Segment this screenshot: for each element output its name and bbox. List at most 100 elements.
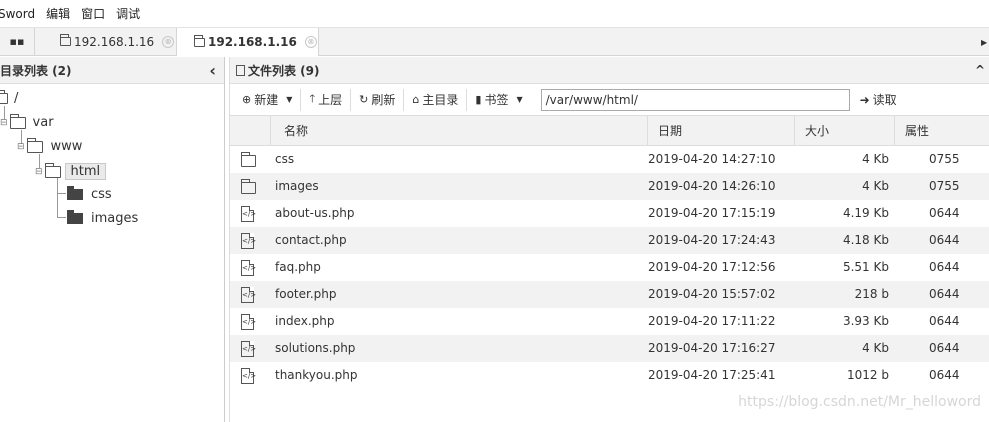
file-date: 2019-04-20 17:16:27 [648,341,776,355]
file-perm: 0644 [929,314,960,328]
tree-node-root[interactable]: / [0,90,19,106]
file-perm: 0755 [929,152,960,166]
file-size: 5.51 Kb [842,260,889,274]
file-name: contact.php [275,233,347,247]
table-row[interactable]: images 2019-04-20 14:26:10 4 Kb 0755 [230,173,989,200]
file-panel: 文件列表 (9) ^ ⊕ 新建 ▼ 🡑 上层 ↻ 刷新 ⌂ 主目录 ▮ 书签 ▼… [230,57,989,422]
directory-panel-header: 目录列表 (2) ‹ [0,57,224,84]
tree-node-label: www [50,139,83,154]
folder-icon [241,151,256,167]
new-button[interactable]: ⊕ 新建 ▼ [240,88,302,111]
folder-icon [44,162,61,178]
table-row[interactable]: </> faq.php 2019-04-20 17:12:56 5.51 Kb 0644 [230,254,989,281]
table-row[interactable]: </> footer.php 2019-04-20 15:57:02 218 b 064… [230,281,989,308]
tree-node-images[interactable]: images [67,210,138,226]
tree-node-html[interactable]: ⊟ html [35,162,107,180]
tree-node-www[interactable]: ⊟ www [17,137,83,154]
read-button[interactable]: ➜ 读取 [860,91,897,108]
arrow-up-icon: 🡑 [309,92,316,105]
refresh-button[interactable]: ↻ 刷新 [351,88,405,111]
menu-sword[interactable]: Sword [0,7,37,21]
folder-icon [9,113,26,129]
path-input[interactable]: /var/www/html/ [540,88,850,111]
tab-scroll-right-icon[interactable]: ▶ [981,28,989,56]
home-icon: ⌂ [412,93,420,106]
tab-host-2[interactable]: 192.168.1.16 ⊗ [177,28,319,56]
column-header-perm[interactable]: 属性 [894,116,989,146]
file-date: 2019-04-20 17:11:22 [648,314,776,328]
tab-bar: ▪▪ 192.168.1.16 ⊗ 192.168.1.16 ⊗ [0,28,989,56]
file-size: 3.93 Kb [842,314,889,328]
tree-node-label: css [91,187,112,202]
row-icon [241,146,256,173]
row-icon: </> [241,281,256,308]
table-row[interactable]: </> index.php 2019-04-20 17:11:22 3.93 Kb 06… [230,308,989,335]
up-button[interactable]: 🡑 上层 [301,88,352,111]
close-icon[interactable]: ⊗ [304,36,317,48]
collapse-left-icon[interactable]: ‹ [209,61,216,80]
tree-node-css[interactable]: css [67,186,112,202]
read-label: 读取 [872,93,897,107]
directory-panel-title: 目录列表 (2) [0,63,72,78]
tree-node-var[interactable]: ⊟ var [0,113,54,130]
menu-debug[interactable]: 调试 [116,5,142,22]
collapse-toggle-icon[interactable]: ⊟ [0,118,8,128]
table-row[interactable]: css 2019-04-20 14:27:10 4 Kb 0755 [230,146,989,173]
php-file-icon: </> [241,367,256,384]
file-date: 2019-04-20 17:12:56 [648,260,776,274]
file-panel-header: 文件列表 (9) ^ [230,57,989,84]
menu-edit[interactable]: 编辑 [46,5,72,22]
file-date: 2019-04-20 17:24:43 [648,233,776,247]
folder-icon [67,210,83,224]
table-row[interactable]: </> solutions.php 2019-04-20 17:16:27 4 Kb 0… [230,335,989,362]
file-date: 2019-04-20 14:26:10 [648,179,776,193]
row-icon: </> [241,335,256,362]
file-perm: 0644 [929,368,960,382]
watermark-text: https://blog.csdn.net/Mr_helloword [738,394,981,410]
refresh-label: 刷新 [371,93,396,107]
file-perm: 0644 [929,260,960,274]
menu-window[interactable]: 窗口 [81,5,107,22]
chevron-down-icon: ▼ [516,95,523,104]
new-label: 新建 [254,93,279,107]
table-row[interactable]: </> about-us.php 2019-04-20 17:15:19 4.19 K… [230,200,989,227]
file-size: 4 Kb [862,152,889,166]
tab-home[interactable]: ▪▪ [0,28,35,55]
menu-bar: Sword 编辑 窗口 调试 [0,0,989,28]
column-header-date[interactable]: 日期 [647,116,794,146]
file-perm: 0755 [929,179,960,193]
column-header-name[interactable]: 名称 [270,116,647,146]
tab-label: 192.168.1.16 [208,35,297,49]
collapse-toggle-icon[interactable]: ⊟ [17,142,25,152]
home-button[interactable]: ⌂ 主目录 [404,88,468,111]
file-size: 218 b [854,287,889,301]
home-label: 主目录 [422,93,459,107]
php-file-icon: </> [241,259,256,276]
file-date: 2019-04-20 17:15:19 [648,206,776,220]
php-file-icon: </> [241,205,256,222]
php-file-icon: </> [241,340,256,357]
file-perm: 0644 [929,341,960,355]
table-row[interactable]: </> thankyou.php 2019-04-20 17:25:41 1012 b… [230,362,989,389]
collapse-right-icon[interactable]: ^ [975,63,985,77]
close-icon[interactable]: ⊗ [162,35,175,48]
tab-label: 192.168.1.16 [74,34,155,49]
collapse-toggle-icon[interactable]: ⊟ [35,167,43,177]
tree-node-label: / [14,91,19,106]
column-header-size[interactable]: 大小 [794,116,894,146]
folder-icon [241,178,256,194]
plus-circle-icon: ⊕ [242,93,252,106]
arrow-right-icon: ➜ [859,92,870,107]
file-name: index.php [275,314,335,328]
bookmark-button[interactable]: ▮ 书签 ▼ [467,89,530,111]
row-icon: </> [241,308,256,335]
tab-host-1[interactable]: 192.168.1.16 ⊗ [35,28,177,55]
row-icon [241,173,256,200]
file-table: 名称 日期 大小 属性 css 2019-04-20 14:27:10 4 Kb 07… [230,116,989,389]
row-icon: </> [241,200,256,227]
file-perm: 0644 [929,233,960,247]
table-row[interactable]: </> contact.php 2019-04-20 17:24:43 4.18 Kb… [230,227,989,254]
grid-icon: ▪▪ [9,35,25,48]
file-name: faq.php [275,260,321,274]
folder-icon [60,34,71,46]
